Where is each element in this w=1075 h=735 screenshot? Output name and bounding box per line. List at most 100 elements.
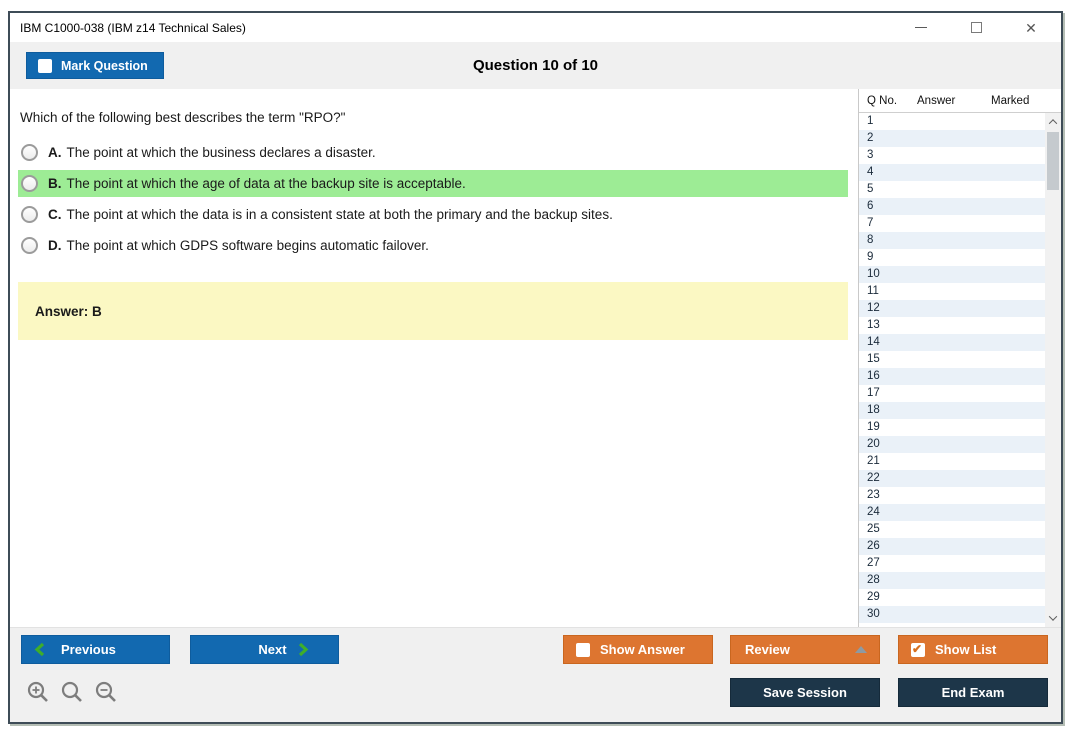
option-letter: B. [48, 176, 62, 191]
list-item[interactable]: 15 [859, 351, 1045, 368]
option-text: The point at which the age of data at th… [67, 176, 466, 191]
chevron-right-icon [297, 642, 309, 657]
save-session-label: Save Session [763, 685, 847, 700]
option-letter: D. [48, 238, 62, 253]
list-item[interactable]: 24 [859, 504, 1045, 521]
check-icon: ✔ [912, 642, 922, 656]
zoom-controls [26, 680, 119, 705]
list-item[interactable]: 3 [859, 147, 1045, 164]
list-item[interactable]: 16 [859, 368, 1045, 385]
show-answer-label: Show Answer [600, 642, 685, 657]
show-list-label: Show List [935, 642, 996, 657]
option-text: The point at which GDPS software begins … [67, 238, 429, 253]
main-area: Which of the following best describes th… [10, 89, 1061, 627]
list-item[interactable]: 22 [859, 470, 1045, 487]
triangle-up-icon [855, 646, 867, 653]
list-item[interactable]: 26 [859, 538, 1045, 555]
list-item[interactable]: 11 [859, 283, 1045, 300]
list-item[interactable]: 5 [859, 181, 1045, 198]
list-item[interactable]: 21 [859, 453, 1045, 470]
list-item[interactable]: 17 [859, 385, 1045, 402]
option-a-radio[interactable] [21, 144, 38, 161]
answer-box: Answer: B [18, 282, 848, 340]
list-item[interactable]: 8 [859, 232, 1045, 249]
list-item[interactable]: 19 [859, 419, 1045, 436]
list-item[interactable]: 28 [859, 572, 1045, 589]
list-item[interactable]: 2 [859, 130, 1045, 147]
list-item[interactable]: 13 [859, 317, 1045, 334]
title-bar: IBM C1000-038 (IBM z14 Technical Sales) … [10, 13, 1061, 42]
column-answer: Answer [917, 95, 991, 107]
question-counter: Question 10 of 10 [10, 57, 1061, 74]
zoom-out-icon[interactable] [94, 680, 119, 705]
scroll-up-button[interactable] [1045, 114, 1061, 130]
header-bar: Mark Question Question 10 of 10 [10, 42, 1061, 89]
answer-text: Answer: B [35, 304, 102, 319]
review-label: Review [745, 642, 790, 657]
option-c[interactable]: C. The point at which the data is in a c… [18, 201, 848, 228]
list-item[interactable]: 20 [859, 436, 1045, 453]
option-d[interactable]: D. The point at which GDPS software begi… [18, 232, 848, 259]
list-item[interactable]: 27 [859, 555, 1045, 572]
scroll-down-button[interactable] [1045, 610, 1061, 626]
question-area: Which of the following best describes th… [10, 89, 858, 627]
option-a[interactable]: A. The point at which the business decla… [18, 139, 848, 166]
footer-bar: Previous Next Show Answer Review ✔ Show … [10, 627, 1061, 722]
minimize-button[interactable] [913, 20, 929, 36]
show-answer-button[interactable]: Show Answer [563, 635, 713, 664]
options-list: A. The point at which the business decla… [10, 139, 858, 259]
list-item[interactable]: 4 [859, 164, 1045, 181]
list-item[interactable]: 14 [859, 334, 1045, 351]
previous-label: Previous [61, 642, 116, 657]
option-c-radio[interactable] [21, 206, 38, 223]
list-item[interactable]: 29 [859, 589, 1045, 606]
option-d-radio[interactable] [21, 237, 38, 254]
chevron-left-icon [34, 642, 46, 657]
previous-button[interactable]: Previous [21, 635, 170, 664]
option-letter: C. [48, 207, 62, 222]
chevron-down-icon [1049, 612, 1057, 620]
maximize-icon [971, 22, 982, 33]
chevron-up-icon [1049, 119, 1057, 127]
show-list-button[interactable]: ✔ Show List [898, 635, 1048, 664]
window-title: IBM C1000-038 (IBM z14 Technical Sales) [20, 21, 246, 35]
show-list-checkbox[interactable]: ✔ [911, 643, 925, 657]
list-item[interactable]: 1 [859, 113, 1045, 130]
column-marked: Marked [991, 95, 1061, 107]
close-button[interactable]: ✕ [1023, 20, 1039, 36]
question-list-scrollbar[interactable] [1045, 113, 1061, 627]
list-item[interactable]: 10 [859, 266, 1045, 283]
list-item[interactable]: 6 [859, 198, 1045, 215]
list-item[interactable]: 18 [859, 402, 1045, 419]
list-item[interactable]: 7 [859, 215, 1045, 232]
scrollbar-thumb[interactable] [1047, 132, 1059, 190]
maximize-button[interactable] [968, 20, 984, 36]
option-text: The point at which the data is in a cons… [67, 207, 613, 222]
window-controls: ✕ [913, 20, 1061, 36]
option-b-radio[interactable] [21, 175, 38, 192]
show-answer-checkbox[interactable] [576, 643, 590, 657]
zoom-reset-icon[interactable] [60, 680, 85, 705]
app-window: IBM C1000-038 (IBM z14 Technical Sales) … [8, 11, 1063, 724]
next-button[interactable]: Next [190, 635, 339, 664]
question-list-body-wrap: 1234567891011121314151617181920212223242… [859, 113, 1061, 627]
option-b[interactable]: B. The point at which the age of data at… [18, 170, 848, 197]
end-exam-label: End Exam [942, 685, 1005, 700]
save-session-button[interactable]: Save Session [730, 678, 880, 707]
list-item[interactable]: 30 [859, 606, 1045, 623]
question-list-body: 1234567891011121314151617181920212223242… [859, 113, 1045, 623]
zoom-in-icon[interactable] [26, 680, 51, 705]
list-item[interactable]: 12 [859, 300, 1045, 317]
question-text: Which of the following best describes th… [20, 110, 858, 125]
list-item[interactable]: 23 [859, 487, 1045, 504]
review-button[interactable]: Review [730, 635, 880, 664]
mark-question-label: Mark Question [61, 59, 148, 73]
minimize-icon [915, 27, 927, 28]
mark-question-checkbox[interactable] [38, 59, 52, 73]
end-exam-button[interactable]: End Exam [898, 678, 1048, 707]
option-letter: A. [48, 145, 62, 160]
mark-question-button[interactable]: Mark Question [26, 52, 164, 79]
list-item[interactable]: 25 [859, 521, 1045, 538]
column-qno: Q No. [859, 95, 917, 107]
list-item[interactable]: 9 [859, 249, 1045, 266]
